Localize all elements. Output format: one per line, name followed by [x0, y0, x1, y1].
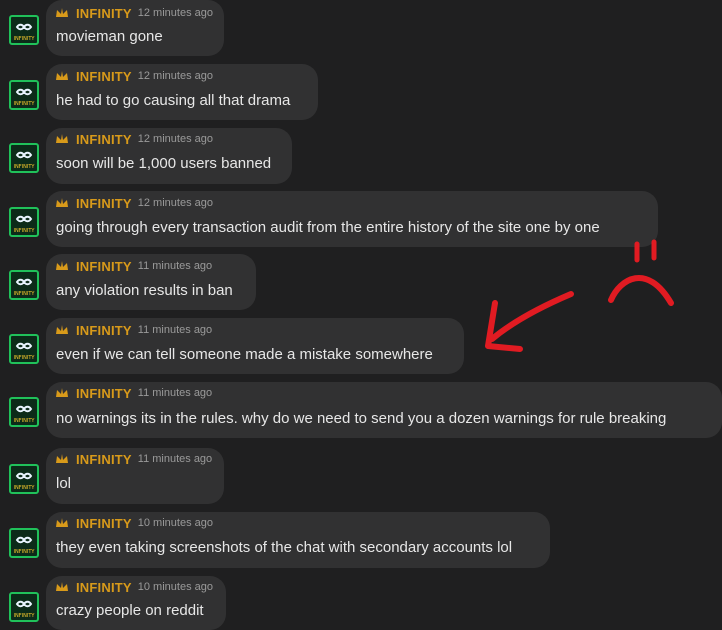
avatar-label: INFINITY [14, 549, 36, 555]
avatar[interactable]: INFINITY [9, 207, 39, 237]
timestamp: 11 minutes ago [137, 453, 213, 465]
message-meta: INFINITY 12 minutes ago [54, 67, 213, 85]
username[interactable]: INFINITY [76, 516, 132, 531]
chat-feed: INFINITY INFINITY 12 minutes ago moviema… [0, 0, 722, 630]
crown-icon [56, 454, 68, 463]
timestamp: 10 minutes ago [137, 581, 213, 593]
avatar-label: INFINITY [14, 228, 36, 234]
username[interactable]: INFINITY [76, 386, 132, 401]
message-meta: INFINITY 11 minutes ago [54, 384, 212, 402]
infinity-logo-icon: INFINITY [14, 88, 36, 107]
message-text: going through every transaction audit fr… [56, 219, 600, 236]
username[interactable]: INFINITY [76, 452, 132, 467]
message-text: even if we can tell someone made a mista… [56, 346, 433, 363]
timestamp: 12 minutes ago [137, 7, 213, 19]
crown-icon [56, 582, 68, 591]
message-text: no warnings its in the rules. why do we … [56, 410, 667, 427]
infinity-logo-icon: INFINITY [14, 278, 36, 297]
avatar-label: INFINITY [14, 164, 36, 170]
crown-icon [56, 261, 68, 270]
message-text: crazy people on reddit [56, 602, 204, 619]
avatar[interactable]: INFINITY [9, 15, 39, 45]
username[interactable]: INFINITY [76, 6, 132, 21]
avatar[interactable]: INFINITY [9, 270, 39, 300]
message-text: soon will be 1,000 users banned [56, 155, 272, 172]
message-meta: INFINITY 12 minutes ago [54, 194, 213, 212]
message-meta: INFINITY 10 minutes ago [54, 514, 213, 532]
avatar-label: INFINITY [14, 485, 36, 491]
message-meta: INFINITY 11 minutes ago [54, 450, 212, 468]
avatar[interactable]: INFINITY [9, 334, 39, 364]
avatar-label: INFINITY [14, 355, 36, 361]
username[interactable]: INFINITY [76, 132, 132, 147]
message-text: any violation results in ban [56, 282, 233, 299]
infinity-logo-icon: INFINITY [14, 23, 36, 42]
infinity-logo-icon: INFINITY [14, 472, 36, 491]
username[interactable]: INFINITY [76, 580, 132, 595]
avatar[interactable]: INFINITY [9, 592, 39, 622]
username[interactable]: INFINITY [76, 196, 132, 211]
crown-icon [56, 198, 68, 207]
infinity-logo-icon: INFINITY [14, 536, 36, 555]
avatar[interactable]: INFINITY [9, 397, 39, 427]
username[interactable]: INFINITY [76, 69, 132, 84]
avatar[interactable]: INFINITY [9, 528, 39, 558]
timestamp: 11 minutes ago [137, 387, 213, 399]
avatar[interactable]: INFINITY [9, 143, 39, 173]
crown-icon [56, 8, 68, 17]
avatar-label: INFINITY [14, 101, 36, 107]
avatar[interactable]: INFINITY [9, 80, 39, 110]
message-meta: INFINITY 11 minutes ago [54, 321, 212, 339]
crown-icon [56, 71, 68, 80]
message-text: they even taking screenshots of the chat… [56, 539, 513, 556]
infinity-logo-icon: INFINITY [14, 405, 36, 424]
crown-icon [56, 134, 68, 143]
infinity-logo-icon: INFINITY [14, 215, 36, 234]
crown-icon [56, 388, 68, 397]
crown-icon [56, 518, 68, 527]
timestamp: 11 minutes ago [137, 260, 213, 272]
message-text: lol [56, 475, 72, 492]
message-meta: INFINITY 12 minutes ago [54, 4, 213, 22]
infinity-logo-icon: INFINITY [14, 600, 36, 619]
infinity-logo-icon: INFINITY [14, 342, 36, 361]
infinity-logo-icon: INFINITY [14, 151, 36, 170]
timestamp: 11 minutes ago [137, 324, 213, 336]
avatar-label: INFINITY [14, 613, 36, 619]
message-meta: INFINITY 12 minutes ago [54, 130, 213, 148]
timestamp: 12 minutes ago [137, 133, 213, 145]
avatar-label: INFINITY [14, 291, 36, 297]
timestamp: 12 minutes ago [137, 70, 213, 82]
username[interactable]: INFINITY [76, 323, 132, 338]
message-meta: INFINITY 10 minutes ago [54, 578, 213, 596]
avatar[interactable]: INFINITY [9, 464, 39, 494]
timestamp: 10 minutes ago [137, 517, 213, 529]
message-meta: INFINITY 11 minutes ago [54, 257, 212, 275]
crown-icon [56, 325, 68, 334]
message-text: movieman gone [56, 28, 163, 45]
username[interactable]: INFINITY [76, 259, 132, 274]
timestamp: 12 minutes ago [137, 197, 213, 209]
avatar-label: INFINITY [14, 36, 36, 42]
avatar-label: INFINITY [14, 418, 36, 424]
message-text: he had to go causing all that drama [56, 92, 291, 109]
